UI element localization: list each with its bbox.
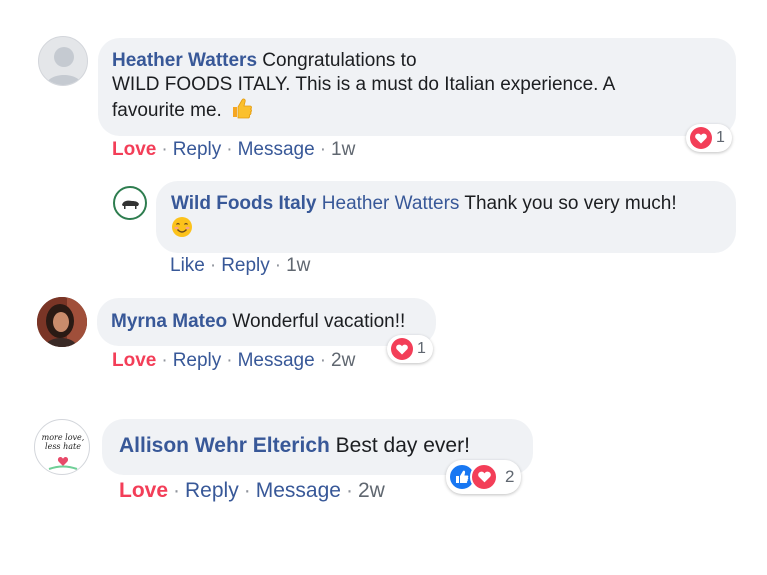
heart-reaction-icon [690, 127, 712, 149]
message-button[interactable]: Message [256, 479, 341, 502]
comment-bubble: Heather Watters Congratulations to WILD … [98, 38, 736, 136]
mention-link[interactable]: Heather Watters [322, 193, 460, 214]
reaction-count: 1 [417, 340, 426, 357]
avatar-wild-foods-italy[interactable] [113, 186, 147, 220]
comment-bubble: Myrna Mateo Wonderful vacation!! [97, 298, 436, 346]
comment-text: Wonderful vacation!! [232, 311, 406, 332]
comment-actions: Love · Reply · Message · 2w [112, 350, 356, 371]
comment-text: Best day ever! [335, 434, 470, 457]
message-button[interactable]: Message [238, 350, 315, 371]
profile-photo-icon [37, 297, 87, 347]
avatar-myrna-mateo[interactable] [37, 297, 87, 347]
love-button[interactable]: Love [112, 139, 156, 160]
comment-author[interactable]: Myrna Mateo [111, 311, 227, 332]
smiling-face-emoji-icon [172, 217, 192, 237]
love-button[interactable]: Love [112, 350, 156, 371]
avatar-default[interactable] [38, 36, 88, 86]
reply-button[interactable]: Reply [185, 479, 239, 502]
heart-logo-icon [48, 457, 78, 470]
avatar-allison-wehr-elterich[interactable]: more love, less hate [34, 419, 90, 475]
reply-button[interactable]: Reply [173, 139, 222, 160]
timestamp[interactable]: 2w [331, 350, 355, 371]
reply-actions: Like · Reply · 1w [170, 255, 311, 276]
comment-actions: Love · Reply · Message · 1w [112, 139, 356, 160]
timestamp[interactable]: 1w [331, 139, 355, 160]
reaction-count: 1 [716, 129, 725, 146]
comment-author[interactable]: Heather Watters [112, 50, 257, 71]
like-button[interactable]: Like [170, 255, 205, 276]
comment-actions: Love · Reply · Message · 2w [119, 479, 385, 502]
message-button[interactable]: Message [238, 139, 315, 160]
heart-reaction-icon [391, 338, 413, 360]
comment-text: Thank you so very much! [464, 193, 677, 214]
reaction-count: 2 [505, 467, 515, 486]
reaction-summary[interactable]: 1 [387, 335, 433, 363]
comment-text: WILD FOODS ITALY. This is a must do Ital… [112, 74, 616, 95]
love-button[interactable]: Love [119, 479, 168, 502]
thumbs-up-emoji-icon [233, 98, 253, 119]
comment-text: Congratulations to [262, 50, 417, 71]
reaction-summary[interactable]: 2 [446, 460, 522, 494]
reply-button[interactable]: Reply [173, 350, 222, 371]
boar-logo-icon [122, 200, 139, 209]
comment-text: favourite me. [112, 100, 222, 121]
timestamp[interactable]: 2w [358, 479, 385, 502]
default-user-icon [45, 47, 83, 85]
comment-author[interactable]: Wild Foods Italy [171, 193, 317, 214]
reaction-summary[interactable]: 1 [686, 124, 732, 152]
comment-author[interactable]: Allison Wehr Elterich [119, 434, 330, 457]
heart-reaction-icon [470, 463, 498, 491]
reply-bubble: Wild Foods Italy Heather Watters Thank y… [156, 181, 736, 253]
timestamp[interactable]: 1w [286, 255, 310, 276]
reply-button[interactable]: Reply [221, 255, 270, 276]
